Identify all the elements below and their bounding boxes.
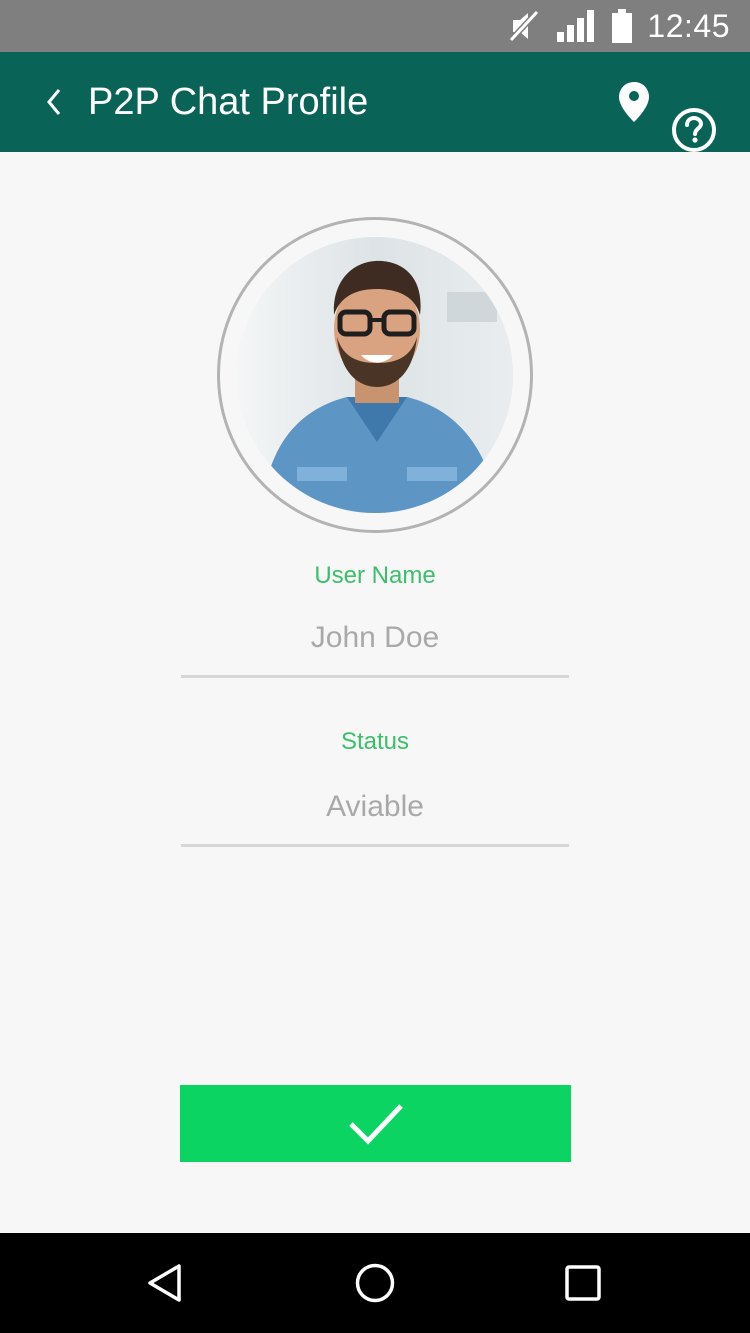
nav-recents-button[interactable] (563, 1263, 603, 1303)
status-icons: 12:45 (507, 0, 730, 52)
profile-photo (237, 237, 513, 513)
page-title: P2P Chat Profile (88, 81, 369, 123)
app-bar: P2P Chat Profile (0, 52, 750, 152)
home-circle-icon (355, 1263, 395, 1303)
confirm-button[interactable] (180, 1085, 571, 1162)
status-bar: 12:45 (0, 0, 750, 52)
system-nav-bar (0, 1233, 750, 1333)
nav-home-button[interactable] (355, 1263, 395, 1303)
help-button[interactable] (670, 106, 718, 154)
username-label: User Name (314, 562, 436, 589)
mute-icon (509, 9, 540, 43)
avatar[interactable] (237, 237, 513, 513)
username-underline (181, 675, 569, 678)
back-triangle-icon (148, 1264, 181, 1302)
username-field[interactable] (181, 616, 569, 660)
clock: 12:45 (647, 7, 730, 44)
profile-content: User Name Status (0, 152, 750, 1232)
status-label: Status (340, 728, 410, 755)
location-button[interactable] (616, 80, 652, 128)
status-field[interactable] (181, 785, 569, 829)
help-icon (672, 108, 716, 152)
back-icon (47, 89, 61, 115)
signal-icon (557, 10, 595, 42)
location-pin-icon (619, 82, 649, 122)
back-button[interactable] (36, 82, 72, 122)
battery-icon (612, 9, 633, 43)
nav-back-button[interactable] (145, 1263, 185, 1303)
status-underline (181, 844, 569, 847)
avatar-frame (217, 217, 533, 533)
recents-square-icon (565, 1265, 601, 1301)
checkmark-icon (348, 1103, 403, 1145)
